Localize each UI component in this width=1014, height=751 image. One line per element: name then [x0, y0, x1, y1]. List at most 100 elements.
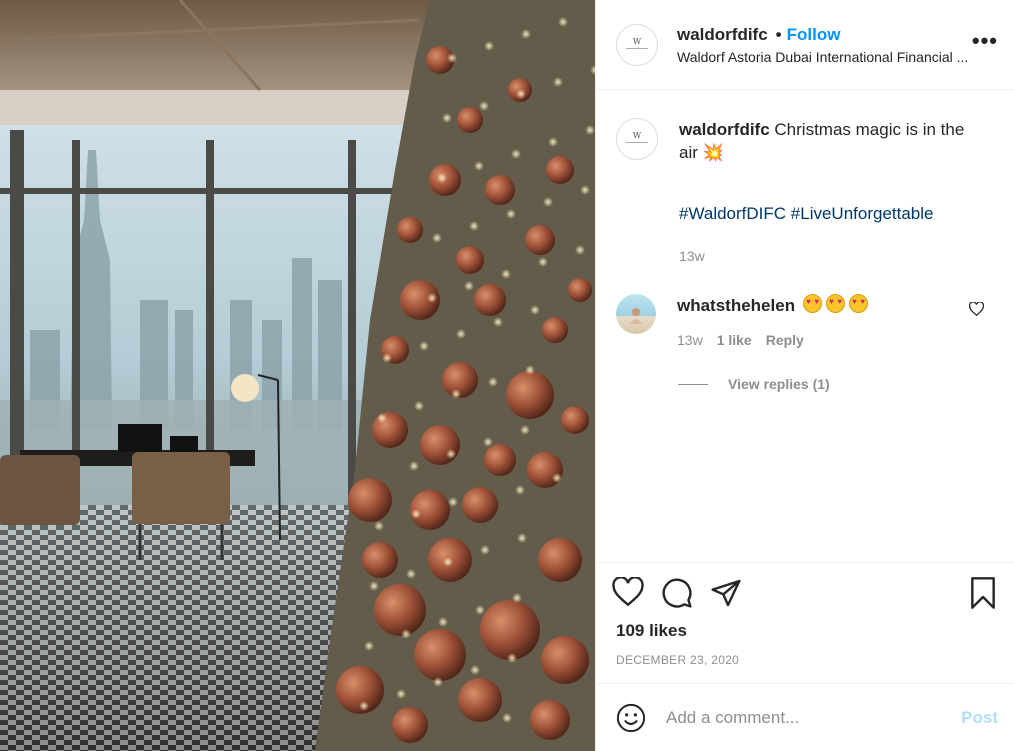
- string-light: [515, 485, 525, 495]
- svg-text:W: W: [633, 131, 642, 140]
- comment-meta: 13w 1 like Reply: [677, 332, 996, 348]
- likes-count[interactable]: 109 likes: [616, 621, 687, 641]
- instagram-post: W waldorfdifc • Follow Waldorf Astoria D…: [0, 0, 1014, 751]
- string-light: [506, 209, 516, 219]
- ornament-ball: [484, 444, 516, 476]
- account-username[interactable]: waldorfdifc: [677, 25, 768, 45]
- follow-button[interactable]: Follow: [787, 25, 841, 45]
- view-replies-label[interactable]: View replies (1): [728, 376, 830, 392]
- string-light: [516, 89, 526, 99]
- commenter-username[interactable]: whatsthehelen: [677, 296, 795, 316]
- string-light: [585, 125, 595, 135]
- ornament-ball: [541, 636, 589, 684]
- ornament-ball: [506, 371, 554, 419]
- ornament-ball: [457, 107, 483, 133]
- string-light: [520, 425, 530, 435]
- ornament-ball: [485, 175, 515, 205]
- string-light: [409, 461, 419, 471]
- ornament-ball: [546, 156, 574, 184]
- ornament-ball: [530, 700, 570, 740]
- ornament-ball: [542, 317, 568, 343]
- emoji-icon[interactable]: [616, 703, 646, 733]
- replies-divider: [678, 383, 708, 385]
- person-photo-icon: [630, 308, 642, 324]
- reply-button[interactable]: Reply: [766, 332, 804, 348]
- caption: W waldorfdifc Christmas magic is in the …: [616, 118, 979, 268]
- string-light: [451, 389, 461, 399]
- caption-username[interactable]: waldorfdifc: [679, 120, 770, 139]
- string-light: [442, 113, 452, 123]
- account-avatar[interactable]: W: [616, 23, 658, 66]
- view-replies[interactable]: View replies (1): [678, 376, 830, 392]
- christmas-tree-photo: [0, 0, 595, 751]
- string-light: [406, 569, 416, 579]
- post-header: W waldorfdifc • Follow Waldorf Astoria D…: [596, 0, 1014, 90]
- string-light: [512, 593, 522, 603]
- string-light: [493, 317, 503, 327]
- post-photo[interactable]: [0, 0, 595, 751]
- heart-eyes-emoji-icon: [849, 294, 869, 313]
- string-light: [447, 53, 457, 63]
- string-light: [480, 545, 490, 555]
- ornament-ball: [525, 225, 555, 255]
- post-side-panel: W waldorfdifc • Follow Waldorf Astoria D…: [595, 0, 1014, 751]
- string-light: [553, 77, 563, 87]
- string-light: [517, 533, 527, 543]
- heart-eyes-emoji-icon: [826, 294, 846, 313]
- string-light: [483, 437, 493, 447]
- string-light: [525, 365, 535, 375]
- comment-input[interactable]: [664, 706, 962, 729]
- comment-age: 13w: [677, 332, 703, 348]
- action-icons: [612, 577, 742, 609]
- ornament-ball: [374, 584, 426, 636]
- comments-area: W waldorfdifc Christmas magic is in the …: [596, 90, 1014, 563]
- string-light: [469, 221, 479, 231]
- post-date: DECEMBER 23, 2020: [616, 653, 740, 667]
- string-light: [437, 173, 447, 183]
- string-light: [502, 713, 512, 723]
- caption-text-block: waldorfdifc Christmas magic is in the ai…: [679, 118, 979, 268]
- string-light: [484, 41, 494, 51]
- string-light: [558, 17, 568, 27]
- post-comment-button[interactable]: Post: [961, 708, 998, 728]
- heart-eyes-emoji-icon: [803, 294, 823, 313]
- header-text: waldorfdifc • Follow Waldorf Astoria Dub…: [677, 25, 968, 65]
- comment-like-heart-icon[interactable]: [968, 301, 985, 321]
- ornament-ball: [474, 284, 506, 316]
- comment-icon[interactable]: [661, 577, 693, 609]
- string-light: [432, 233, 442, 243]
- caption-age: 13w: [679, 248, 705, 264]
- comment-likes[interactable]: 1 like: [717, 332, 752, 348]
- ornament-ball: [561, 406, 589, 434]
- string-light: [474, 161, 484, 171]
- ornament-ball: [397, 217, 423, 243]
- string-light: [530, 305, 540, 315]
- ornament-ball: [420, 425, 460, 465]
- string-light: [511, 149, 521, 159]
- string-light: [543, 197, 553, 207]
- string-light: [448, 497, 458, 507]
- string-light: [433, 677, 443, 687]
- string-light: [580, 185, 590, 195]
- ornament-ball: [362, 542, 398, 578]
- waldorf-logo-icon: W: [626, 131, 648, 143]
- string-light: [507, 653, 517, 663]
- location-link[interactable]: Waldorf Astoria Dubai International Fina…: [677, 49, 997, 65]
- string-light: [411, 509, 421, 519]
- share-icon[interactable]: [710, 577, 742, 609]
- more-options-icon[interactable]: •••: [972, 28, 998, 54]
- string-light: [575, 245, 585, 255]
- commenter-avatar[interactable]: [616, 294, 656, 334]
- ornament-ball: [392, 707, 428, 743]
- ornament-ball: [458, 678, 502, 722]
- svg-text:W: W: [633, 37, 642, 46]
- heart-eyes-emojis: [799, 294, 869, 318]
- caption-avatar[interactable]: W: [616, 118, 658, 160]
- bookmark-icon[interactable]: [968, 577, 998, 614]
- string-light: [464, 281, 474, 291]
- caption-hashtags[interactable]: #WaldorfDIFC #LiveUnforgettable: [679, 202, 979, 225]
- ornament-ball: [348, 478, 392, 522]
- heart-icon[interactable]: [612, 577, 644, 609]
- string-light: [427, 293, 437, 303]
- ornament-ball: [538, 538, 582, 582]
